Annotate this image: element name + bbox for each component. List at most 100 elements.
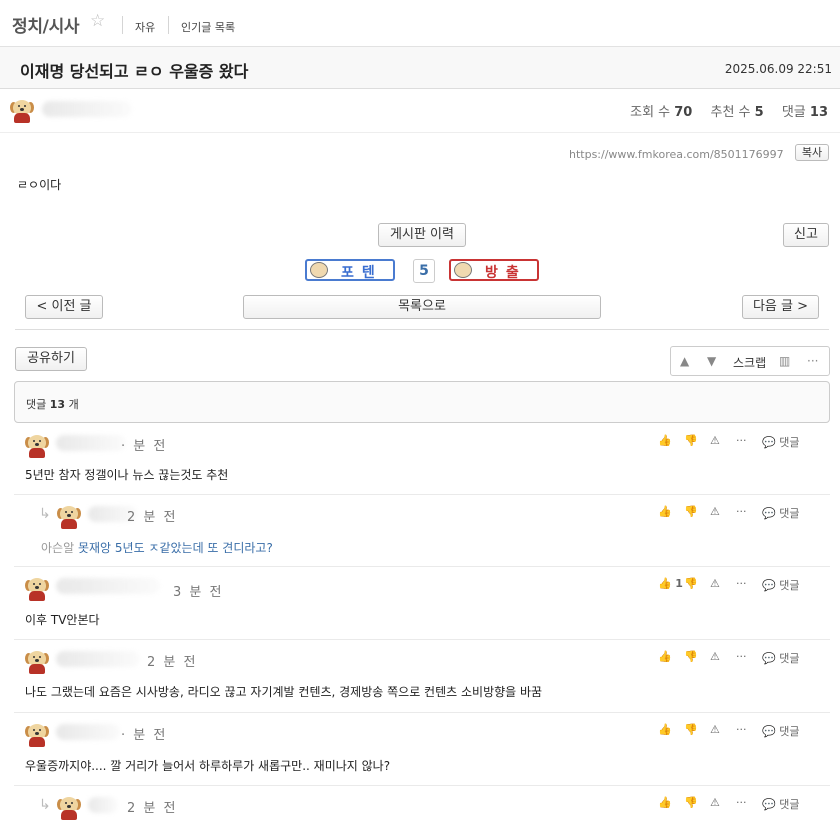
post-url[interactable]: https://www.fmkorea.com/8501176997 — [569, 148, 784, 161]
next-post-button[interactable]: 다음 글 > — [742, 295, 819, 319]
copy-url-button[interactable]: 복사 — [795, 144, 829, 161]
board-title[interactable]: 정치/시사 — [12, 12, 80, 37]
avatar[interactable] — [57, 505, 81, 529]
avatar[interactable] — [25, 723, 49, 747]
more-icon[interactable]: ··· — [736, 650, 747, 663]
prev-post-button[interactable]: < 이전 글 — [25, 295, 103, 319]
reply-button[interactable]: 💬 댓글 — [762, 723, 799, 739]
views-count: 70 — [674, 105, 693, 120]
warning-icon[interactable]: ⚠ — [710, 434, 720, 447]
comment-item: 2 분 전 나도 그랬는데 요즘은 시사방송, 라디오 끊고 자기계발 컨텐츠,… — [14, 641, 830, 713]
reply-button[interactable]: 💬 댓글 — [762, 505, 799, 521]
back-to-list-button[interactable]: 목록으로 — [243, 295, 601, 319]
comments-header-prefix: 댓글 — [26, 398, 47, 411]
like-icon[interactable]: 👍 — [658, 723, 672, 736]
comment-author-redacted[interactable] — [56, 435, 126, 451]
views-label: 조회 수 — [630, 105, 671, 120]
comment-item: 3 분 전 이후 TV안본다 👍 1 👎 ⚠ ··· 💬 댓글 — [14, 568, 830, 640]
dislike-icon[interactable]: 👎 — [684, 577, 698, 590]
more-icon[interactable]: ··· — [736, 505, 747, 518]
like-icon[interactable]: 👍 — [658, 796, 672, 809]
reply-arrow-icon: ↳ — [39, 797, 51, 813]
thumbs-down-face-icon — [454, 262, 472, 278]
comments-label: 댓글 — [781, 105, 806, 120]
more-icon[interactable]: ··· — [736, 434, 747, 447]
warning-icon[interactable]: ⚠ — [710, 577, 720, 590]
more-icon[interactable]: ··· — [736, 796, 747, 809]
recommend-label: 추천 수 — [710, 105, 751, 120]
post-title: 이재명 당선되고 ㄹㅇ 우울증 왔다 — [20, 62, 249, 81]
scroll-up-icon[interactable]: ▲ — [680, 354, 689, 368]
like-icon[interactable]: 👍 1 — [658, 577, 683, 590]
warning-icon[interactable]: ⚠ — [710, 505, 720, 518]
vote-down-button[interactable]: 방출 — [449, 259, 539, 281]
warning-icon[interactable]: ⚠ — [710, 650, 720, 663]
scrap-button[interactable]: 스크랩 — [733, 354, 766, 371]
comments-count: 13 — [809, 105, 828, 120]
like-icon[interactable]: 👍 — [658, 434, 672, 447]
reply-button[interactable]: 💬 댓글 — [762, 650, 799, 666]
avatar[interactable] — [10, 99, 34, 123]
more-options-icon[interactable]: ··· — [807, 354, 818, 368]
comment-reply-item: ↳ 2 분 전 👍 👎 ⚠ ··· 💬 댓글 — [14, 787, 830, 834]
post-body: ㄹㅇ이다 — [17, 178, 62, 192]
top-nav: 정치/시사 ☆ 자유 인기글 목록 — [0, 0, 840, 47]
comment-text: 나도 그랬는데 요즘은 시사방송, 라디오 끊고 자기계발 컨텐츠, 경제방송 … — [25, 685, 543, 699]
scroll-down-icon[interactable]: ▼ — [707, 354, 716, 368]
reply-label: 댓글 — [779, 507, 800, 520]
vote-up-button[interactable]: 포텐 — [305, 259, 395, 281]
like-icon[interactable]: 👍 — [658, 650, 672, 663]
more-icon[interactable]: ··· — [736, 723, 747, 736]
warning-icon[interactable]: ⚠ — [710, 796, 720, 809]
post-title-bar: 이재명 당선되고 ㄹㅇ 우울증 왔다 2025.06.09 22:51 — [0, 47, 840, 89]
reply-button[interactable]: 💬 댓글 — [762, 796, 799, 812]
recommend-count: 5 — [754, 105, 764, 120]
reply-button[interactable]: 💬 댓글 — [762, 434, 799, 450]
comment-actions: 👍 👎 ⚠ ··· 💬 댓글 — [658, 796, 818, 812]
more-icon[interactable]: ··· — [736, 577, 747, 590]
avatar[interactable] — [25, 650, 49, 674]
warning-icon[interactable]: ⚠ — [710, 723, 720, 736]
comments-header-suffix: 개 — [68, 398, 79, 411]
post-toolbox: ▲ ▼ 스크랩 ▥ ··· — [670, 346, 830, 376]
board-history-button[interactable]: 게시판 이력 — [378, 223, 466, 247]
like-icon[interactable]: 👍 — [658, 505, 672, 518]
share-button[interactable]: 공유하기 — [15, 347, 87, 371]
report-button[interactable]: 신고 — [783, 223, 829, 247]
post-date: 2025.06.09 22:51 — [724, 62, 832, 76]
divider — [122, 16, 123, 34]
dislike-icon[interactable]: 👎 — [684, 434, 698, 447]
avatar[interactable] — [25, 434, 49, 458]
dislike-icon[interactable]: 👎 — [684, 796, 698, 809]
comment-author-redacted[interactable] — [56, 578, 160, 594]
avatar[interactable] — [57, 796, 81, 820]
dislike-icon[interactable]: 👎 — [684, 650, 698, 663]
avatar[interactable] — [25, 577, 49, 601]
comment-time: 3 분 전 — [173, 585, 224, 600]
stats-chart-icon[interactable]: ▥ — [779, 354, 790, 368]
author-name-redacted[interactable] — [42, 101, 132, 117]
divider — [15, 329, 829, 330]
reply-label: 댓글 — [779, 725, 800, 738]
nav-link-free[interactable]: 자유 — [135, 19, 155, 35]
thumbs-up-face-icon — [310, 262, 328, 278]
comment-item: · 분 전 5년만 참자 정갤이나 뉴스 끊는것도 추천 👍 👎 ⚠ ··· 💬… — [14, 425, 830, 495]
reply-button[interactable]: 💬 댓글 — [762, 577, 799, 593]
comments-header: 댓글 13 개 — [14, 381, 830, 423]
divider — [168, 16, 169, 34]
favorite-star-icon[interactable]: ☆ — [90, 11, 105, 31]
reply-label: 댓글 — [779, 798, 800, 811]
comment-item: · 분 전 우울증까지야.... 깔 거리가 늘어서 하루하루가 새롭구만.. … — [14, 714, 830, 786]
comment-text: 아슨알 못재앙 5년도 ㅈ같았는데 또 견디라고? — [41, 539, 273, 556]
comment-author-redacted[interactable] — [88, 797, 118, 813]
reply-to-user[interactable]: 아슨알 — [41, 541, 74, 555]
comment-author-redacted[interactable] — [56, 651, 140, 667]
reply-label: 댓글 — [779, 652, 800, 665]
comment-author-redacted[interactable] — [56, 724, 120, 740]
comment-actions: 👍 👎 ⚠ ··· 💬 댓글 — [658, 723, 818, 739]
comment-time: 2 분 전 — [147, 655, 198, 670]
nav-link-popular[interactable]: 인기글 목록 — [181, 19, 235, 35]
dislike-icon[interactable]: 👎 — [684, 723, 698, 736]
comment-actions: 👍 👎 ⚠ ··· 💬 댓글 — [658, 505, 818, 521]
dislike-icon[interactable]: 👎 — [684, 505, 698, 518]
